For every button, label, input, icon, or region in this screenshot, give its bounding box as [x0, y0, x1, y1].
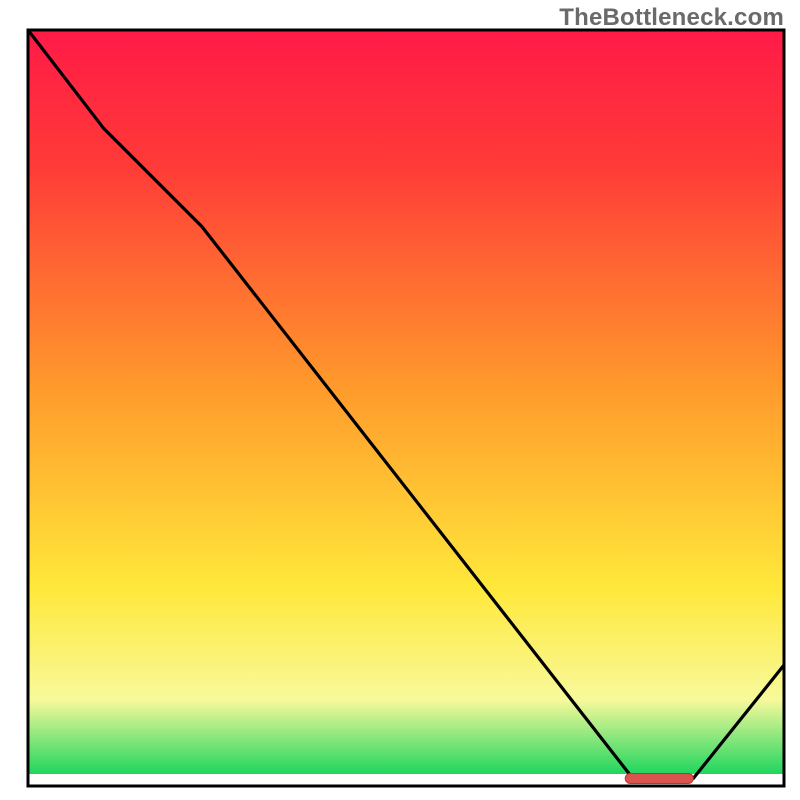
optimal-range-marker: [625, 773, 693, 783]
plot-background: [28, 30, 784, 774]
bottleneck-chart: [0, 0, 800, 800]
chart-container: TheBottleneck.com: [0, 0, 800, 800]
